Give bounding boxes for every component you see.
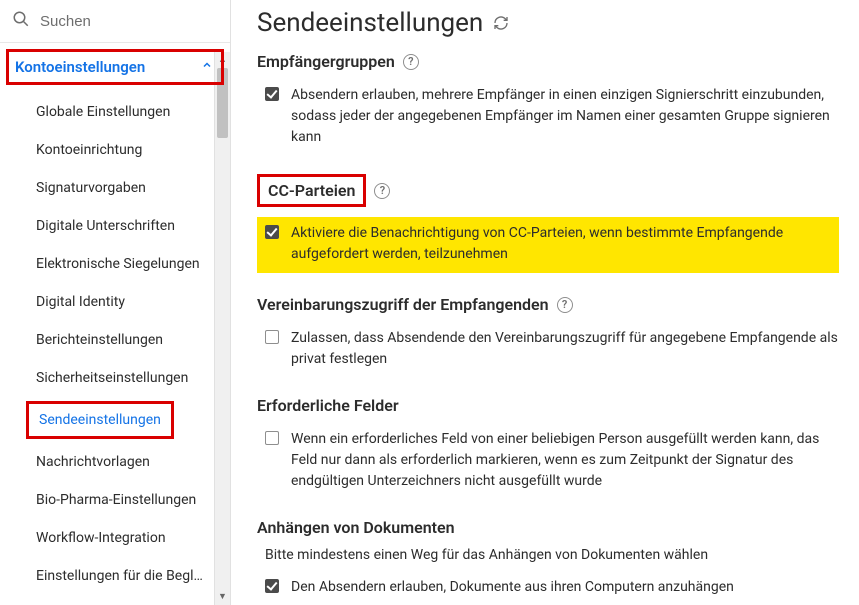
checkbox-allow-private-access[interactable] — [265, 330, 279, 344]
sidebar-item-label: Kontoeinrichtung — [36, 142, 142, 158]
sidebar-item-label: Berichteinstellungen — [36, 332, 163, 348]
section-title: Erforderliche Felder — [257, 396, 399, 415]
sidebar-item-digital-signatures[interactable]: Digitale Unterschriften — [0, 207, 230, 245]
sidebar-item-label: Einstellungen für die Begl… — [36, 568, 203, 584]
sidebar-item-label: Bio-Pharma-Einstellungen — [36, 492, 196, 508]
sidebar-item-report-settings[interactable]: Berichteinstellungen — [0, 321, 230, 359]
checkbox-required-field-condition[interactable] — [265, 431, 279, 445]
option-label: Zulassen, dass Absendende den Vereinbaru… — [291, 328, 839, 370]
help-icon[interactable]: ? — [557, 297, 573, 313]
sidebar-item-digital-identity[interactable]: Digital Identity — [0, 283, 230, 321]
sidebar: ▲ ▼ Kontoeinstellungen Globale Einstellu… — [0, 0, 231, 605]
sidebar-item-label: Nachrichtvorlagen — [36, 454, 150, 470]
sidebar-item-label: Sendeeinstellungen — [26, 401, 174, 439]
sidebar-item-label: Workflow-Integration — [36, 530, 166, 546]
checkbox-allow-multiple-recipients[interactable] — [265, 87, 279, 101]
checkbox-attach-from-computer[interactable] — [265, 579, 279, 593]
sidebar-item-signature-prefs[interactable]: Signaturvorgaben — [0, 169, 230, 207]
section-title: CC-Parteien — [257, 174, 366, 207]
sidebar-item-label: Digital Identity — [36, 294, 125, 310]
section-intro: Bitte mindestens einen Weg für das Anhän… — [265, 547, 839, 563]
option-row: Den Absendern erlauben, Dokumente aus ih… — [257, 573, 839, 602]
sidebar-item-electronic-seals[interactable]: Elektronische Siegelungen — [0, 245, 230, 283]
sidebar-item-bio-pharma[interactable]: Bio-Pharma-Einstellungen — [0, 481, 230, 519]
section-title: Anhängen von Dokumenten — [257, 518, 455, 537]
option-row: Zulassen, dass Absendende den Vereinbaru… — [257, 324, 839, 374]
sidebar-item-label: Globale Einstellungen — [36, 104, 170, 120]
nav-scroll: Kontoeinstellungen Globale Einstellungen… — [0, 43, 230, 605]
nav-list: Globale Einstellungen Kontoeinrichtung S… — [0, 85, 230, 595]
sidebar-item-label: Signaturvorgaben — [36, 180, 146, 196]
option-label: Den Absendern erlauben, Dokumente aus ih… — [291, 577, 734, 598]
help-icon[interactable]: ? — [374, 183, 390, 199]
option-label: Aktiviere die Benachrichtigung von CC-Pa… — [291, 223, 829, 265]
search-bar — [0, 0, 230, 43]
sidebar-item-account-setup[interactable]: Kontoeinrichtung — [0, 131, 230, 169]
sidebar-item-security-settings[interactable]: Sicherheitseinstellungen — [0, 359, 230, 397]
sidebar-item-send-settings[interactable]: Sendeeinstellungen — [26, 401, 230, 439]
section-title: Empfängergruppen — [257, 52, 395, 71]
section-attach-documents: Anhängen von Dokumenten Bitte mindestens… — [257, 518, 839, 605]
option-label: Absendern erlauben, mehrere Empfänger in… — [291, 85, 839, 148]
sidebar-item-message-templates[interactable]: Nachrichtvorlagen — [0, 443, 230, 481]
refresh-icon[interactable] — [493, 15, 509, 31]
sidebar-section-header[interactable]: Kontoeinstellungen — [6, 49, 224, 85]
sidebar-item-global-settings[interactable]: Globale Einstellungen — [0, 93, 230, 131]
section-title: Vereinbarungszugriff der Empfangenden — [257, 295, 549, 314]
sidebar-item-label: Elektronische Siegelungen — [36, 256, 200, 272]
option-label: Wenn ein erforderliches Feld von einer b… — [291, 429, 839, 492]
help-icon[interactable]: ? — [403, 54, 419, 70]
sidebar-item-settings-truncated[interactable]: Einstellungen für die Begl… — [0, 557, 230, 595]
option-row-highlighted: Aktiviere die Benachrichtigung von CC-Pa… — [257, 217, 839, 273]
option-row: Wenn ein erforderliches Feld von einer b… — [257, 425, 839, 496]
section-cc-parties: CC-Parteien ? Aktiviere die Benachrichti… — [257, 174, 839, 273]
section-recipient-groups: Empfängergruppen ? Absendern erlauben, m… — [257, 52, 839, 152]
section-agreement-access: Vereinbarungszugriff der Empfangenden ? … — [257, 295, 839, 374]
sidebar-item-workflow-integration[interactable]: Workflow-Integration — [0, 519, 230, 557]
page-title: Sendeeinstellungen — [257, 8, 839, 38]
sidebar-item-label: Digitale Unterschriften — [36, 218, 175, 234]
search-icon — [12, 10, 30, 32]
sidebar-section-label: Kontoeinstellungen — [15, 58, 145, 76]
page-title-text: Sendeeinstellungen — [257, 8, 483, 38]
option-row: Absendern erlauben, mehrere Empfänger in… — [257, 81, 839, 152]
section-required-fields: Erforderliche Felder Wenn ein erforderli… — [257, 396, 839, 496]
chevron-up-icon — [201, 59, 213, 75]
sidebar-item-label: Sicherheitseinstellungen — [36, 370, 188, 386]
search-input[interactable] — [38, 12, 218, 31]
main-content: Sendeeinstellungen Empfängergruppen ? Ab… — [231, 0, 859, 605]
checkbox-activate-cc-notification[interactable] — [265, 225, 279, 239]
